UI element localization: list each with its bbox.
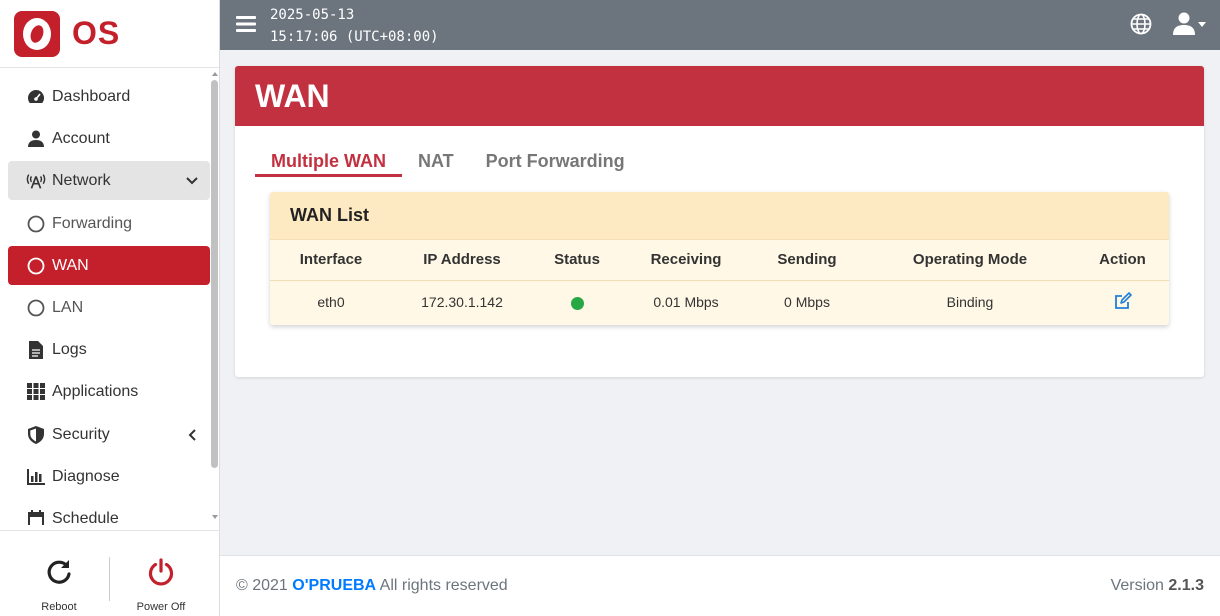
sidebar-item-label: LAN	[52, 298, 84, 316]
sidebar-item-logs[interactable]: Logs	[8, 330, 210, 369]
current-time: 15:17:06 (UTC+08:00)	[270, 29, 439, 45]
antenna-icon	[26, 171, 46, 191]
column-header: Sending	[750, 240, 864, 281]
sidebar-item-label: Dashboard	[52, 87, 131, 105]
sidebar-nav: Dashboard Account Network Forwarding WAN…	[0, 70, 212, 525]
sidebar-item-label: Account	[52, 129, 110, 147]
sidebar-item-applications[interactable]: Applications	[8, 372, 210, 411]
page-footer: © 2021 O'PRUEBA All rights reserved Vers…	[220, 555, 1220, 616]
table-row: eth0 172.30.1.142 0.01 Mbps 0 Mbps Bindi…	[270, 280, 1169, 324]
tab-port-forwarding[interactable]: Port Forwarding	[470, 150, 641, 177]
sidebar-item-security[interactable]: Security	[8, 415, 210, 454]
wan-list-title: WAN List	[270, 192, 1169, 240]
sidebar-item-label: Schedule	[52, 509, 119, 526]
current-date: 2025-05-13	[270, 7, 355, 23]
sidebar-item-wan[interactable]: WAN	[8, 246, 210, 285]
reboot-label: Reboot	[41, 601, 77, 613]
tab-nat[interactable]: NAT	[402, 150, 470, 177]
edit-icon[interactable]	[1114, 291, 1132, 313]
scroll-thumb[interactable]	[211, 80, 218, 468]
calendar-icon	[26, 509, 46, 525]
sidebar-item-label: WAN	[52, 256, 89, 274]
version-info: Version 2.1.3	[1111, 577, 1204, 595]
scroll-down-arrow[interactable]	[212, 515, 218, 519]
circle-outline-icon	[26, 214, 46, 234]
sidebar-item-schedule[interactable]: Schedule	[8, 499, 210, 525]
tab-multiple-wan[interactable]: Multiple WAN	[255, 150, 402, 177]
wan-table: Interface IP Address Status Receiving Se…	[270, 240, 1169, 324]
scroll-up-arrow[interactable]	[212, 72, 218, 76]
chevron-left-icon	[182, 428, 202, 441]
brand-logo	[14, 10, 60, 57]
reboot-button[interactable]: Reboot	[4, 531, 114, 616]
cell-sending: 0 Mbps	[784, 294, 830, 311]
hamburger-menu-icon[interactable]	[236, 15, 256, 38]
circle-outline-icon	[26, 256, 46, 276]
sidebar-item-label: Applications	[52, 382, 139, 400]
company-link[interactable]: O'PRUEBA	[292, 577, 376, 594]
sidebar-item-account[interactable]: Account	[8, 119, 210, 158]
column-header: Operating Mode	[864, 240, 1076, 281]
power-off-button[interactable]: Power Off	[106, 531, 216, 616]
chevron-down-icon	[182, 176, 202, 185]
logo-o-icon	[23, 17, 51, 50]
topbar: 2025-05-13 15:17:06 (UTC+08:00)	[220, 0, 1220, 50]
version-label: Version	[1110, 577, 1164, 594]
chart-icon	[26, 467, 46, 487]
cell-interface: eth0	[317, 294, 345, 311]
version-number: 2.1.3	[1168, 577, 1204, 594]
column-header: Receiving	[622, 240, 750, 281]
page-title: WAN	[255, 77, 330, 114]
globe-icon[interactable]	[1130, 13, 1152, 40]
cell-ip-address: 172.30.1.142	[421, 294, 503, 311]
table-header-row: Interface IP Address Status Receiving Se…	[270, 240, 1169, 281]
sidebar-item-label: Network	[52, 171, 111, 189]
user-menu[interactable]	[1173, 12, 1206, 35]
cell-receiving: 0.01 Mbps	[653, 294, 719, 311]
column-header: Action	[1076, 240, 1169, 281]
status-online-dot	[570, 297, 584, 311]
power-icon	[147, 557, 175, 587]
tachometer-icon	[26, 87, 46, 107]
cell-status	[532, 280, 622, 324]
datetime-display: 2025-05-13 15:17:06 (UTC+08:00)	[270, 4, 439, 48]
caret-down-icon	[1198, 22, 1206, 27]
wan-list-panel: WAN List Interface IP Address Status Rec…	[270, 192, 1169, 325]
brand-name: OS	[72, 15, 121, 51]
column-header: Interface	[270, 240, 392, 281]
column-header: IP Address	[392, 240, 532, 281]
power-off-label: Power Off	[136, 601, 186, 613]
rights-text: All rights reserved	[379, 577, 508, 594]
sidebar-scrollbar[interactable]	[211, 70, 218, 525]
reboot-icon	[45, 557, 73, 587]
user-avatar-icon	[1173, 12, 1195, 35]
sidebar-item-label: Forwarding	[52, 214, 133, 232]
sidebar-footer: Reboot Power Off	[0, 530, 220, 616]
copyright: © 2021 O'PRUEBA All rights reserved	[236, 577, 508, 595]
copyright-year: © 2021	[236, 577, 288, 594]
sidebar-item-label: Logs	[52, 340, 87, 358]
brand[interactable]: OS	[0, 0, 219, 68]
cell-operating-mode: Binding	[946, 294, 994, 311]
wan-card: WAN Multiple WAN NAT Port Forwarding WAN…	[235, 66, 1204, 377]
user-icon	[26, 129, 46, 149]
sidebar: OS Dashboard Account Network Forwarding …	[0, 0, 220, 616]
tab-bar: Multiple WAN NAT Port Forwarding	[255, 150, 641, 177]
file-icon	[26, 340, 46, 360]
grid-icon	[26, 382, 46, 402]
sidebar-item-lan[interactable]: LAN	[8, 288, 210, 327]
sidebar-item-diagnose[interactable]: Diagnose	[8, 457, 210, 496]
sidebar-item-network[interactable]: Network	[8, 161, 210, 200]
sidebar-item-forwarding[interactable]: Forwarding	[8, 204, 210, 243]
column-header: Status	[532, 240, 622, 281]
cell-action	[1076, 280, 1169, 324]
card-header: WAN	[235, 66, 1204, 126]
sidebar-item-label: Security	[52, 425, 110, 443]
shield-icon	[26, 425, 46, 445]
sidebar-item-dashboard[interactable]: Dashboard	[8, 77, 210, 116]
circle-outline-icon	[26, 298, 46, 318]
sidebar-item-label: Diagnose	[52, 467, 120, 485]
